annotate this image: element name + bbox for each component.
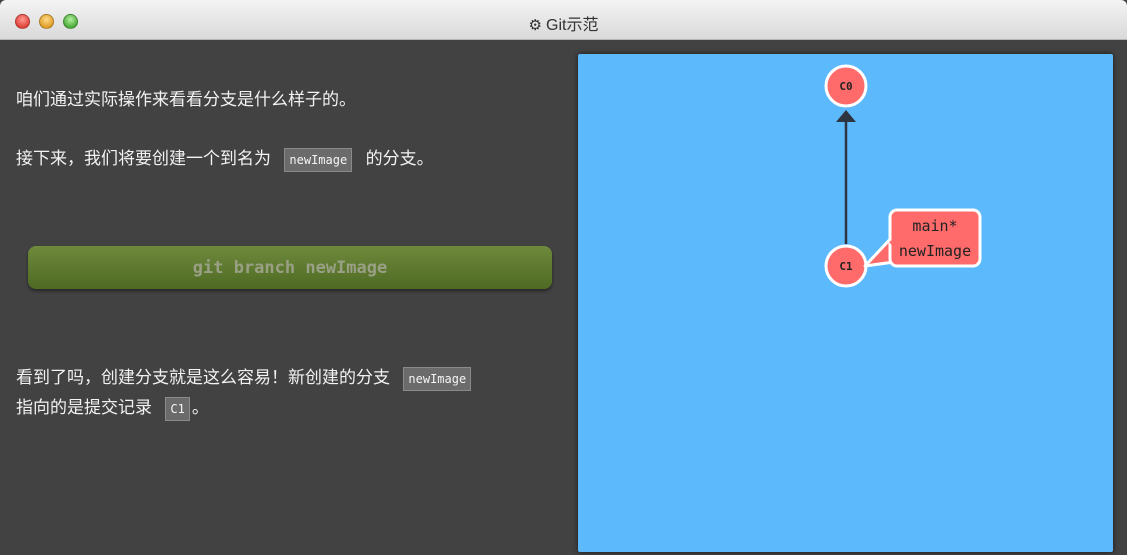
commit-c1-label: C1 (839, 260, 853, 273)
branch-newimage-label: newImage (899, 242, 971, 260)
lesson-line-2-suffix: 的分支。 (365, 149, 434, 169)
title-bar: ⚙ Git示范 (0, 0, 1127, 40)
commit-id-code: C1 (165, 396, 190, 421)
run-command-button[interactable]: git branch newImage (28, 246, 552, 289)
lesson-line-4-prefix: 指向的是提交记录 (16, 398, 152, 418)
lesson-content: 咱们通过实际操作来看看分支是什么样子的。 接下来，我们将要创建一个到名为 new… (0, 41, 1127, 555)
commit-c0[interactable]: C0 (824, 64, 868, 108)
commit-c1[interactable]: C1 (824, 244, 868, 288)
lesson-line-1: 咱们通过实际操作来看看分支是什么样子的。 (16, 90, 356, 110)
commit-c0-label: C0 (839, 80, 852, 93)
branch-name-code-2: newImage (403, 366, 472, 391)
app-window: ⚙ Git示范 咱们通过实际操作来看看分支是什么样子的。 接下来，我们将要创建一个… (0, 0, 1127, 555)
branch-label-tag[interactable]: main* newImage (863, 208, 982, 268)
lesson-line-4-suffix: 。 (191, 398, 209, 418)
lesson-line-2-prefix: 接下来，我们将要创建一个到名为 (16, 149, 271, 169)
git-graph-canvas: C0 C1 main* newImage (578, 54, 1113, 552)
window-title-group: ⚙ Git示范 (0, 11, 1127, 35)
edge-arrowhead (836, 110, 856, 122)
window-title: Git示范 (546, 17, 599, 34)
lesson-line-3: 看到了吗，创建分支就是这么容易！新创建的分支 newImage (16, 363, 472, 393)
branch-name-code: newImage (284, 147, 353, 172)
gear-icon: ⚙ (528, 17, 542, 34)
lesson-line-2: 接下来，我们将要创建一个到名为 newImage 的分支。 (16, 144, 434, 174)
branch-main-label: main* (912, 217, 957, 235)
git-graph: C0 C1 main* newImage (824, 64, 982, 288)
lesson-line-4: 指向的是提交记录 C1。 (16, 393, 209, 423)
lesson-line-3-prefix: 看到了吗，创建分支就是这么容易！新创建的分支 (16, 368, 390, 388)
